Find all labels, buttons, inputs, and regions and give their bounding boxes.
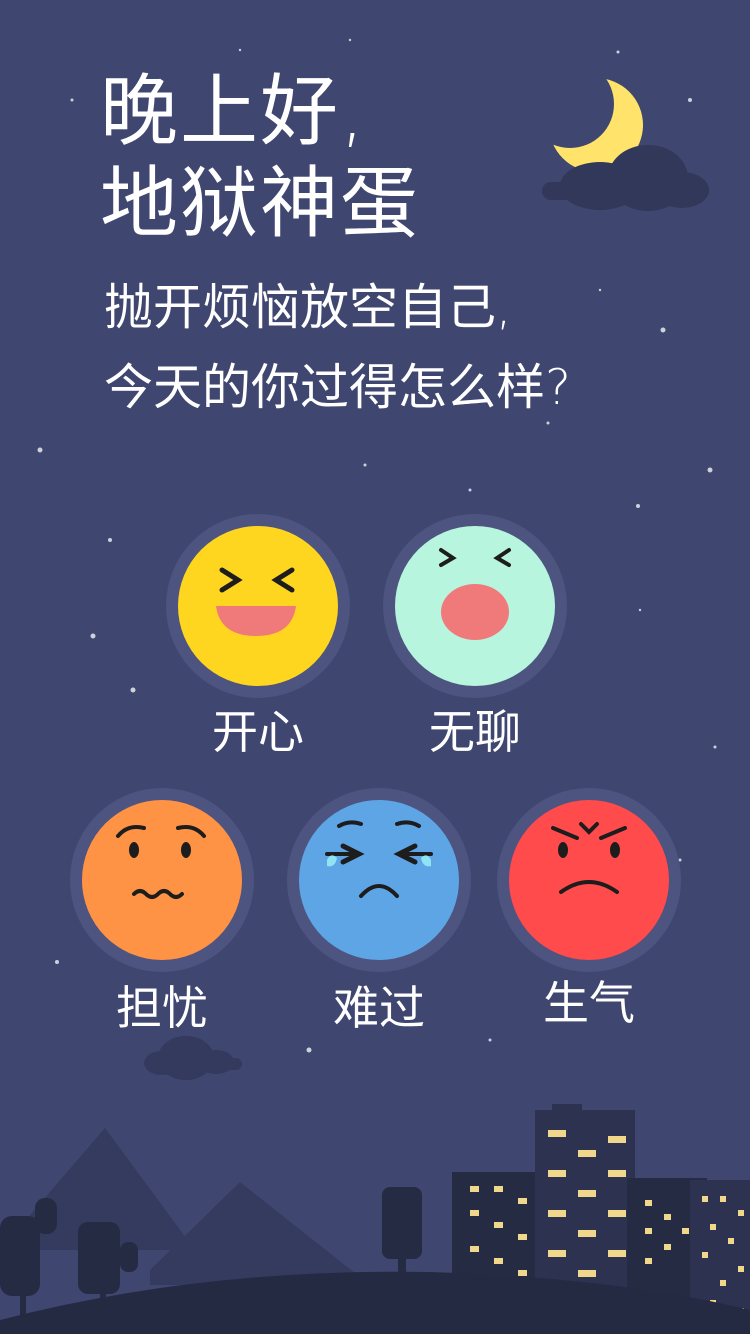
mood-happy-label: 开心	[212, 705, 304, 759]
mood-angry-button[interactable]	[497, 788, 681, 972]
mood-sad-label: 难过	[333, 981, 425, 1035]
angry-face-icon	[509, 800, 669, 960]
prompt-line-2: 今天的你过得怎么样?	[104, 359, 572, 416]
user-name: 地狱神蛋	[100, 159, 421, 249]
greeting-heading: 晚上好, 地狱神蛋	[100, 66, 420, 250]
mood-bored-label: 无聊	[429, 705, 521, 759]
mood-worried-label: 担忧	[116, 981, 208, 1035]
small-cloud-decoration	[144, 1036, 242, 1080]
prompt-line-1: 抛开烦恼放空自己,	[104, 279, 512, 336]
sad-face-icon	[299, 800, 459, 960]
happy-face-icon	[178, 526, 338, 686]
bored-face-icon	[395, 526, 555, 686]
mood-worried-button[interactable]	[70, 788, 254, 972]
mood-bored-button[interactable]	[383, 514, 567, 698]
mood-sad-button[interactable]	[287, 788, 471, 972]
mood-happy-button[interactable]	[166, 514, 350, 698]
mood-prompt: 抛开烦恼放空自己, 今天的你过得怎么样?	[104, 268, 571, 428]
mood-angry-label: 生气	[543, 976, 635, 1030]
worried-face-icon	[82, 800, 242, 960]
greeting-line: 晚上好,	[100, 67, 367, 157]
